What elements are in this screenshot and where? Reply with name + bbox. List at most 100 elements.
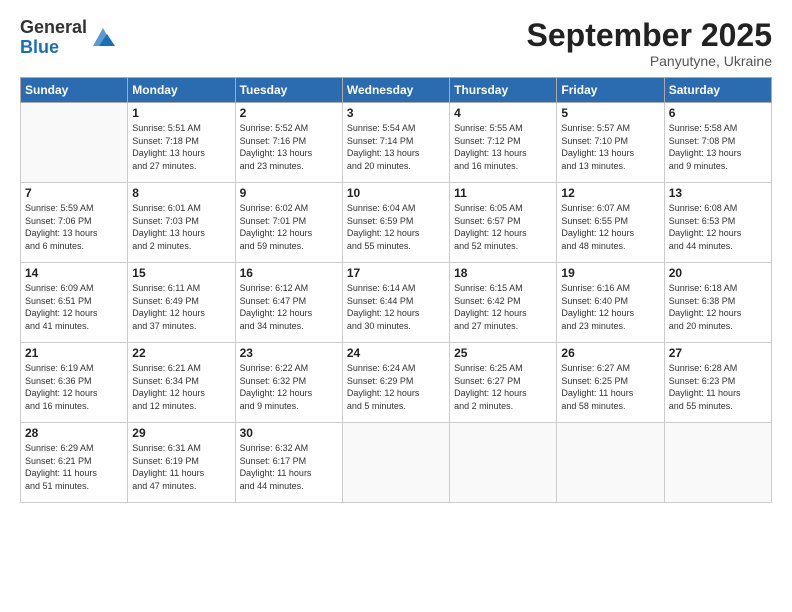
day-info: Sunrise: 6:29 AMSunset: 6:21 PMDaylight:… xyxy=(25,442,123,492)
day-info: Sunrise: 6:07 AMSunset: 6:55 PMDaylight:… xyxy=(561,202,659,252)
day-info: Sunrise: 6:16 AMSunset: 6:40 PMDaylight:… xyxy=(561,282,659,332)
calendar-week-row: 14Sunrise: 6:09 AMSunset: 6:51 PMDayligh… xyxy=(21,263,772,343)
day-number: 15 xyxy=(132,266,230,280)
day-number: 3 xyxy=(347,106,445,120)
day-number: 27 xyxy=(669,346,767,360)
title-block: September 2025 Panyutyne, Ukraine xyxy=(527,18,772,69)
day-info: Sunrise: 6:05 AMSunset: 6:57 PMDaylight:… xyxy=(454,202,552,252)
day-number: 1 xyxy=(132,106,230,120)
day-number: 19 xyxy=(561,266,659,280)
subtitle: Panyutyne, Ukraine xyxy=(527,53,772,69)
day-info: Sunrise: 6:12 AMSunset: 6:47 PMDaylight:… xyxy=(240,282,338,332)
day-number: 17 xyxy=(347,266,445,280)
calendar-cell: 30Sunrise: 6:32 AMSunset: 6:17 PMDayligh… xyxy=(235,423,342,503)
calendar-cell: 17 Sunrise: 6:14 AMSunset: 6:44 PMDayligh… xyxy=(342,263,449,343)
day-info: Sunrise: 6:28 AMSunset: 6:23 PMDaylight:… xyxy=(669,362,767,412)
day-info: Sunrise: 6:22 AMSunset: 6:32 PMDaylight:… xyxy=(240,362,338,412)
day-number: 10 xyxy=(347,186,445,200)
calendar-cell: 22 Sunrise: 6:21 AMSunset: 6:34 PMDayligh… xyxy=(128,343,235,423)
day-number: 24 xyxy=(347,346,445,360)
month-title: September 2025 xyxy=(527,18,772,53)
day-info: Sunrise: 6:24 AMSunset: 6:29 PMDaylight:… xyxy=(347,362,445,412)
calendar-cell: 27 Sunrise: 6:28 AMSunset: 6:23 PMDayligh… xyxy=(664,343,771,423)
calendar-cell: 7 Sunrise: 5:59 AMSunset: 7:06 PMDaylight… xyxy=(21,183,128,263)
calendar-cell: 10 Sunrise: 6:04 AMSunset: 6:59 PMDayligh… xyxy=(342,183,449,263)
calendar-day-header: Wednesday xyxy=(342,78,449,103)
calendar-week-row: 7 Sunrise: 5:59 AMSunset: 7:06 PMDaylight… xyxy=(21,183,772,263)
day-number: 9 xyxy=(240,186,338,200)
calendar-cell: 13 Sunrise: 6:08 AMSunset: 6:53 PMDayligh… xyxy=(664,183,771,263)
day-number: 2 xyxy=(240,106,338,120)
calendar-cell: 9 Sunrise: 6:02 AMSunset: 7:01 PMDaylight… xyxy=(235,183,342,263)
calendar-cell: 6 Sunrise: 5:58 AMSunset: 7:08 PMDaylight… xyxy=(664,103,771,183)
calendar-cell xyxy=(664,423,771,503)
calendar-week-row: 21 Sunrise: 6:19 AMSunset: 6:36 PMDayligh… xyxy=(21,343,772,423)
day-number: 22 xyxy=(132,346,230,360)
day-number: 30 xyxy=(240,426,338,440)
calendar-cell xyxy=(450,423,557,503)
calendar-cell: 26 Sunrise: 6:27 AMSunset: 6:25 PMDayligh… xyxy=(557,343,664,423)
calendar-day-header: Thursday xyxy=(450,78,557,103)
day-number: 11 xyxy=(454,186,552,200)
calendar-cell xyxy=(21,103,128,183)
day-number: 4 xyxy=(454,106,552,120)
day-number: 20 xyxy=(669,266,767,280)
logo-icon xyxy=(89,24,117,52)
calendar-cell: 29 Sunrise: 6:31 AMSunset: 6:19 PMDayligh… xyxy=(128,423,235,503)
day-info: Sunrise: 5:52 AMSunset: 7:16 PMDaylight:… xyxy=(240,122,338,172)
day-number: 13 xyxy=(669,186,767,200)
day-number: 6 xyxy=(669,106,767,120)
day-info: Sunrise: 6:08 AMSunset: 6:53 PMDaylight:… xyxy=(669,202,767,252)
calendar-cell: 3Sunrise: 5:54 AMSunset: 7:14 PMDaylight… xyxy=(342,103,449,183)
day-info: Sunrise: 6:11 AMSunset: 6:49 PMDaylight:… xyxy=(132,282,230,332)
calendar-cell: 24 Sunrise: 6:24 AMSunset: 6:29 PMDayligh… xyxy=(342,343,449,423)
calendar-day-header: Friday xyxy=(557,78,664,103)
day-info: Sunrise: 6:21 AMSunset: 6:34 PMDaylight:… xyxy=(132,362,230,412)
calendar-cell: 11 Sunrise: 6:05 AMSunset: 6:57 PMDayligh… xyxy=(450,183,557,263)
day-number: 21 xyxy=(25,346,123,360)
day-number: 28 xyxy=(25,426,123,440)
day-info: Sunrise: 5:55 AMSunset: 7:12 PMDaylight:… xyxy=(454,122,552,172)
day-number: 12 xyxy=(561,186,659,200)
day-info: Sunrise: 5:58 AMSunset: 7:08 PMDaylight:… xyxy=(669,122,767,172)
calendar-cell: 28 Sunrise: 6:29 AMSunset: 6:21 PMDayligh… xyxy=(21,423,128,503)
calendar-cell: 2 Sunrise: 5:52 AMSunset: 7:16 PMDaylight… xyxy=(235,103,342,183)
day-info: Sunrise: 5:59 AMSunset: 7:06 PMDaylight:… xyxy=(25,202,123,252)
calendar-cell: 1Sunrise: 5:51 AMSunset: 7:18 PMDaylight… xyxy=(128,103,235,183)
calendar-cell xyxy=(342,423,449,503)
calendar-cell: 16 Sunrise: 6:12 AMSunset: 6:47 PMDayligh… xyxy=(235,263,342,343)
day-info: Sunrise: 6:02 AMSunset: 7:01 PMDaylight:… xyxy=(240,202,338,252)
day-number: 26 xyxy=(561,346,659,360)
calendar-cell: 4 Sunrise: 5:55 AMSunset: 7:12 PMDaylight… xyxy=(450,103,557,183)
day-number: 25 xyxy=(454,346,552,360)
calendar-cell: 18 Sunrise: 6:15 AMSunset: 6:42 PMDayligh… xyxy=(450,263,557,343)
day-number: 29 xyxy=(132,426,230,440)
calendar-week-row: 1Sunrise: 5:51 AMSunset: 7:18 PMDaylight… xyxy=(21,103,772,183)
calendar-cell: 19 Sunrise: 6:16 AMSunset: 6:40 PMDayligh… xyxy=(557,263,664,343)
logo: General Blue xyxy=(20,18,117,58)
calendar-cell: 21 Sunrise: 6:19 AMSunset: 6:36 PMDayligh… xyxy=(21,343,128,423)
day-info: Sunrise: 6:27 AMSunset: 6:25 PMDaylight:… xyxy=(561,362,659,412)
day-info: Sunrise: 6:18 AMSunset: 6:38 PMDaylight:… xyxy=(669,282,767,332)
calendar-day-header: Tuesday xyxy=(235,78,342,103)
day-info: Sunrise: 6:15 AMSunset: 6:42 PMDaylight:… xyxy=(454,282,552,332)
calendar-day-header: Saturday xyxy=(664,78,771,103)
day-number: 16 xyxy=(240,266,338,280)
day-number: 23 xyxy=(240,346,338,360)
calendar-cell: 23 Sunrise: 6:22 AMSunset: 6:32 PMDayligh… xyxy=(235,343,342,423)
calendar-cell: 5Sunrise: 5:57 AMSunset: 7:10 PMDaylight… xyxy=(557,103,664,183)
day-info: Sunrise: 6:14 AMSunset: 6:44 PMDaylight:… xyxy=(347,282,445,332)
logo-general-text: General xyxy=(20,18,87,38)
calendar-cell: 8Sunrise: 6:01 AMSunset: 7:03 PMDaylight… xyxy=(128,183,235,263)
day-info: Sunrise: 6:19 AMSunset: 6:36 PMDaylight:… xyxy=(25,362,123,412)
day-info: Sunrise: 6:04 AMSunset: 6:59 PMDaylight:… xyxy=(347,202,445,252)
calendar-cell xyxy=(557,423,664,503)
logo-blue-text: Blue xyxy=(20,38,87,58)
day-info: Sunrise: 6:01 AMSunset: 7:03 PMDaylight:… xyxy=(132,202,230,252)
day-info: Sunrise: 6:09 AMSunset: 6:51 PMDaylight:… xyxy=(25,282,123,332)
day-info: Sunrise: 6:31 AMSunset: 6:19 PMDaylight:… xyxy=(132,442,230,492)
calendar-cell: 20 Sunrise: 6:18 AMSunset: 6:38 PMDayligh… xyxy=(664,263,771,343)
calendar-day-header: Sunday xyxy=(21,78,128,103)
day-number: 18 xyxy=(454,266,552,280)
day-number: 7 xyxy=(25,186,123,200)
